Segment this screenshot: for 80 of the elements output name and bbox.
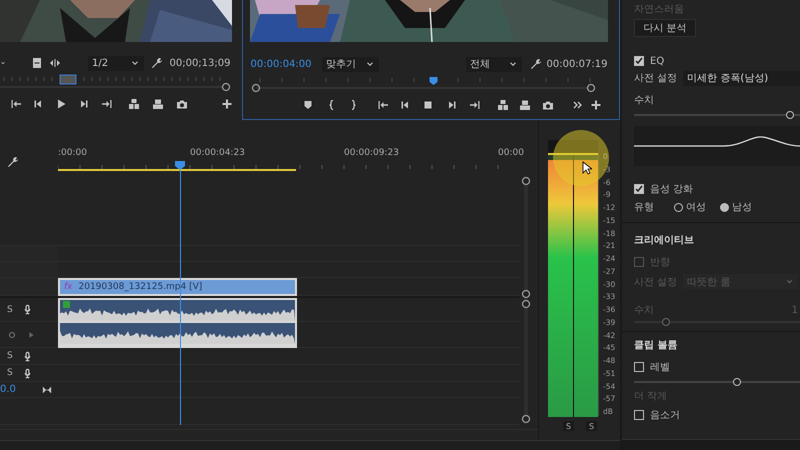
checkbox-label: 레벨	[650, 361, 670, 374]
double-chevron-icon[interactable]	[572, 98, 584, 110]
time-label: 00:00:09:23	[344, 148, 399, 158]
radio-button[interactable]	[720, 202, 729, 212]
solo-button[interactable]: S	[7, 368, 13, 378]
time-label: :00:00	[58, 148, 87, 158]
plus-icon[interactable]	[221, 98, 233, 110]
plus-icon[interactable]	[590, 98, 602, 110]
reanalyze-button[interactable]: 다시 분석	[634, 19, 696, 37]
split-icon[interactable]	[49, 57, 61, 69]
playhead-handle[interactable]	[60, 74, 76, 84]
section-title: 크리에이티브	[634, 234, 694, 247]
step-forward-icon[interactable]	[446, 98, 458, 110]
playhead-handle[interactable]	[430, 77, 438, 85]
checkbox[interactable]	[634, 56, 644, 66]
bowtie-icon[interactable]	[42, 384, 52, 394]
timecode: 00;00;13;09	[169, 58, 230, 68]
radio-label: 여성	[686, 201, 706, 214]
camera-icon[interactable]	[542, 98, 554, 110]
camera-icon[interactable]	[176, 98, 188, 110]
wrench-icon[interactable]	[151, 57, 163, 69]
time-label: 00:00	[498, 148, 524, 158]
wrench-icon[interactable]	[7, 156, 19, 168]
stop-icon[interactable]	[422, 98, 434, 110]
microphone-icon[interactable]	[22, 304, 33, 315]
audio-clip[interactable]	[58, 298, 297, 348]
radio-label: 남성	[732, 201, 752, 214]
zoom-dropdown[interactable]: 맞추기	[322, 56, 379, 72]
quality-dropdown[interactable]: 전체	[466, 56, 522, 72]
checkbox[interactable]	[634, 410, 644, 420]
playhead-handle[interactable]	[174, 161, 185, 170]
play-icon[interactable]	[55, 98, 67, 110]
solo-button[interactable]: S	[586, 421, 597, 431]
solo-button[interactable]: S	[7, 304, 13, 314]
step-back-icon[interactable]	[32, 98, 44, 110]
marker-icon[interactable]	[302, 98, 314, 110]
zoom-handle[interactable]	[586, 84, 596, 92]
pointer-icon	[582, 161, 592, 175]
chevron-down-icon	[785, 277, 794, 286]
timecode[interactable]: 00:00:04:00	[250, 58, 312, 70]
time-label: 00:00:04:23	[190, 148, 245, 158]
checkbox-label: 음성 강화	[650, 183, 694, 196]
chevron-down-icon[interactable]	[0, 59, 6, 67]
zoom-handle[interactable]	[222, 82, 230, 92]
checkbox-label: 음소거	[650, 409, 680, 422]
step-back-icon[interactable]	[399, 98, 411, 110]
go-to-out-icon[interactable]	[469, 98, 481, 110]
field-label: 사전 설정	[634, 72, 678, 85]
zoom-handle[interactable]	[252, 84, 260, 92]
microphone-icon[interactable]	[22, 368, 33, 378]
section-title: 클립 볼륨	[634, 339, 678, 352]
wrench-icon[interactable]	[530, 58, 542, 70]
solo-button[interactable]: S	[563, 421, 574, 431]
microphone-icon[interactable]	[22, 350, 33, 362]
preset-dropdown[interactable]: 미세한 증폭(남성)	[683, 70, 800, 86]
insert-icon[interactable]	[128, 98, 140, 110]
insert-icon[interactable]	[497, 98, 509, 110]
go-to-in-icon[interactable]	[377, 98, 389, 110]
frame-icon[interactable]	[31, 57, 43, 69]
radio-button[interactable]	[674, 202, 683, 212]
overwrite-icon[interactable]	[152, 98, 164, 110]
slider-thumb[interactable]	[732, 378, 741, 386]
go-to-out-icon[interactable]	[101, 98, 113, 110]
slider-thumb[interactable]	[786, 111, 794, 119]
video-clip[interactable]: fx 20190308_132125.mp4 [V]	[58, 278, 297, 296]
solo-button[interactable]: S	[7, 351, 13, 361]
field-label: 수치	[634, 94, 654, 107]
checkbox-label: EQ	[650, 56, 664, 66]
go-to-in-icon[interactable]	[10, 98, 22, 110]
overwrite-icon[interactable]	[519, 98, 531, 110]
field-label: 유형	[634, 201, 655, 214]
checkbox[interactable]	[634, 184, 644, 194]
step-forward-icon[interactable]	[78, 98, 90, 110]
master-level[interactable]: 0.0	[0, 384, 16, 395]
fx-label: fx	[64, 282, 72, 292]
square-marker-icon	[63, 301, 70, 308]
duration-timecode: 00:00:07:19	[546, 58, 608, 70]
zoom-dropdown[interactable]: 1/2	[88, 56, 144, 70]
clip-name: 20190308_132125.mp4 [V]	[78, 282, 202, 292]
checkbox[interactable]	[634, 362, 644, 372]
